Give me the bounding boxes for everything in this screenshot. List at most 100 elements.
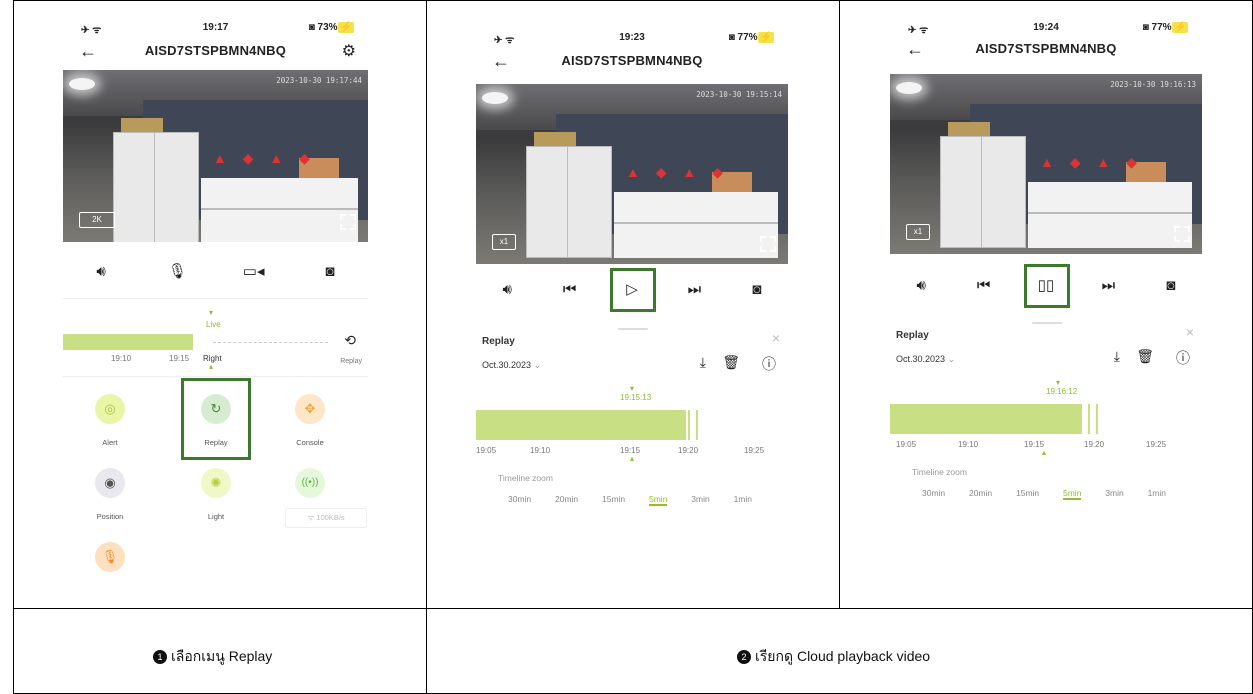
chevron-down-icon: ⌄ [947, 354, 956, 364]
sheet-handle[interactable] [618, 328, 648, 330]
wifi-icon: ᯤ [307, 513, 315, 522]
zoom-option[interactable]: 15min [602, 494, 625, 506]
bandwidth-badge: ᯤ 100KB/s [285, 508, 367, 528]
fullscreen-icon[interactable] [1174, 226, 1190, 242]
title-bar: ← AISD7STSPBMN4NBQ ⚙ [63, 40, 368, 62]
timeline-tick: 19:05 [476, 446, 497, 455]
timeline-zoom-options: 30min 20min 15min 5min 3min 1min [922, 488, 1166, 500]
previous-icon[interactable]: ⏮︎ [969, 277, 999, 294]
settings-gear-icon[interactable]: ⚙ [342, 41, 356, 61]
help-icon[interactable]: ⓘ [1176, 348, 1190, 368]
flags: ▲ ◆ ▲ ◆ [626, 164, 729, 180]
date-selector[interactable]: Oct.30.2023 ⌄ [482, 360, 541, 371]
timeline-tick: 19:10 [958, 440, 979, 449]
download-icon[interactable]: ⤓ [1114, 348, 1120, 365]
speed-button[interactable]: x1 [906, 224, 930, 240]
speaker-icon[interactable]: 🔊︎ [492, 281, 522, 298]
timeline-recorded-segment[interactable] [63, 334, 193, 350]
cabinet [940, 136, 1026, 248]
zoom-option[interactable]: 1min [734, 494, 752, 506]
download-icon[interactable]: ⤓ [700, 354, 706, 371]
timeline-tick: 19:25 [1146, 440, 1167, 449]
sheet-handle[interactable] [1032, 322, 1062, 324]
phone-screenshot-playback: ✈ ᯤ 19:23 ◙ 77% ⚡ ← AISD7STSPBMN4NBQ ▲ ◆ … [476, 18, 788, 588]
close-icon[interactable]: × [1186, 324, 1194, 340]
speaker-icon[interactable]: 🔊︎ [906, 277, 936, 294]
phone-screenshot-live: ✈ ᯤ 19:17 ◙ 73% ⚡ ← AISD7STSPBMN4NBQ ⚙ ▲ … [63, 18, 368, 588]
zoom-option[interactable]: 30min [508, 494, 531, 506]
shelf [614, 192, 778, 258]
snapshot-camera-icon[interactable]: ◙ [1156, 277, 1186, 294]
wifi-signal-icon[interactable]: ((•)) [295, 468, 325, 498]
zoom-option[interactable]: 15min [1016, 488, 1039, 500]
zoom-option[interactable]: 30min [922, 488, 945, 500]
instruction-table: ✈ ᯤ 19:17 ◙ 73% ⚡ ← AISD7STSPBMN4NBQ ⚙ ▲ … [13, 0, 1253, 694]
table-border-top [13, 0, 1253, 1]
row-divider [13, 608, 1253, 609]
replay-clock-icon[interactable]: ⟲ [344, 332, 356, 349]
caption-text: เลือกเมนู Replay [171, 648, 273, 664]
date-selector[interactable]: Oct.30.2023 ⌄ [896, 354, 955, 365]
cursor-marker: ▴ [209, 362, 214, 371]
fullscreen-icon[interactable] [340, 214, 356, 230]
battery-indicator: ◙ 77% ⚡ [728, 32, 774, 43]
caption-step-1: 1 เลือกเมนู Replay [153, 646, 272, 668]
table-border-left [13, 0, 14, 694]
timeline-tick: 19:25 [744, 446, 765, 455]
timeline-zoom-label: Timeline zoom [498, 473, 553, 483]
live-marker: ▾ [209, 308, 214, 317]
device-title: AISD7STSPBMN4NBQ [561, 53, 703, 68]
battery-indicator: ◙ 73% ⚡ [308, 22, 354, 33]
camera-video-feed[interactable]: ▲ ◆ ▲ ◆ 2023-10-30 19:16:13 x1 [890, 74, 1202, 254]
previous-icon[interactable]: ⏮︎ [555, 281, 585, 298]
bandwidth-value: 100KB/s [316, 513, 345, 522]
cursor-marker: ▴ [1042, 448, 1047, 457]
delete-trash-icon[interactable]: 🗑︎ [722, 354, 740, 371]
snapshot-camera-icon[interactable]: ◙ [315, 263, 345, 280]
zoom-option[interactable]: 1min [1148, 488, 1166, 500]
next-icon[interactable]: ⏭︎ [1093, 277, 1123, 294]
next-icon[interactable]: ⏭︎ [679, 281, 709, 298]
step-number-badge: 2 [737, 650, 751, 664]
delete-trash-icon[interactable]: 🗑︎ [1136, 348, 1154, 365]
speaker-icon[interactable]: 🔊︎ [86, 263, 116, 280]
close-icon[interactable]: × [772, 330, 780, 346]
snapshot-camera-icon[interactable]: ◙ [742, 281, 772, 298]
zoom-option[interactable]: 20min [555, 494, 578, 506]
microphone-icon[interactable]: 🎙︎ [162, 262, 192, 280]
voice-talk-icon[interactable]: 🎙︎ [95, 542, 125, 572]
console-icon[interactable]: ✥ [295, 394, 325, 424]
camera-video-feed[interactable]: ▲ ◆ ▲ ◆ 2023-10-30 19:15:14 x1 [476, 84, 788, 264]
zoom-option[interactable]: 20min [969, 488, 992, 500]
function-label: Console [296, 438, 324, 447]
shelf [201, 178, 358, 242]
quality-button[interactable]: 2K [79, 212, 115, 228]
speed-button[interactable]: x1 [492, 234, 516, 250]
timeline-tick: 19:20 [1084, 440, 1105, 449]
replay-title: Replay [896, 330, 929, 341]
position-icon[interactable]: ◉ [95, 468, 125, 498]
highlight-box-pause [1024, 264, 1070, 308]
timeline-zoom-label: Timeline zoom [912, 467, 967, 477]
timeline-tick: 19:15 [169, 354, 190, 363]
light-icon[interactable]: ✺ [201, 468, 231, 498]
zoom-option-selected[interactable]: 5min [1063, 488, 1082, 500]
fullscreen-icon[interactable] [760, 236, 776, 252]
flags: ▲ ◆ ▲ ◆ [1040, 154, 1143, 170]
device-title: AISD7STSPBMN4NBQ [144, 43, 287, 58]
help-icon[interactable]: ⓘ [762, 354, 776, 374]
timeline-recorded-segment[interactable] [476, 410, 686, 440]
caption-step-2: 2 เรียกดู Cloud playback video [737, 646, 930, 668]
record-video-icon[interactable]: ▭◂ [239, 262, 269, 280]
battery-icon: ⚡ [1171, 22, 1188, 33]
battery-level: 73% [317, 22, 338, 33]
ceiling-light [896, 82, 922, 94]
zoom-option-selected[interactable]: 5min [649, 494, 668, 506]
zoom-option[interactable]: 3min [691, 494, 709, 506]
camera-video-feed[interactable]: ▲ ◆ ▲ ◆ 2023-10-30 19:17:44 2K [63, 70, 368, 242]
zoom-option[interactable]: 3min [1105, 488, 1123, 500]
cabinet [526, 146, 612, 258]
alert-icon[interactable]: ◎ [95, 394, 125, 424]
timeline-recorded-segment[interactable] [890, 404, 1082, 434]
title-bar: ← AISD7STSPBMN4NBQ [890, 38, 1202, 60]
